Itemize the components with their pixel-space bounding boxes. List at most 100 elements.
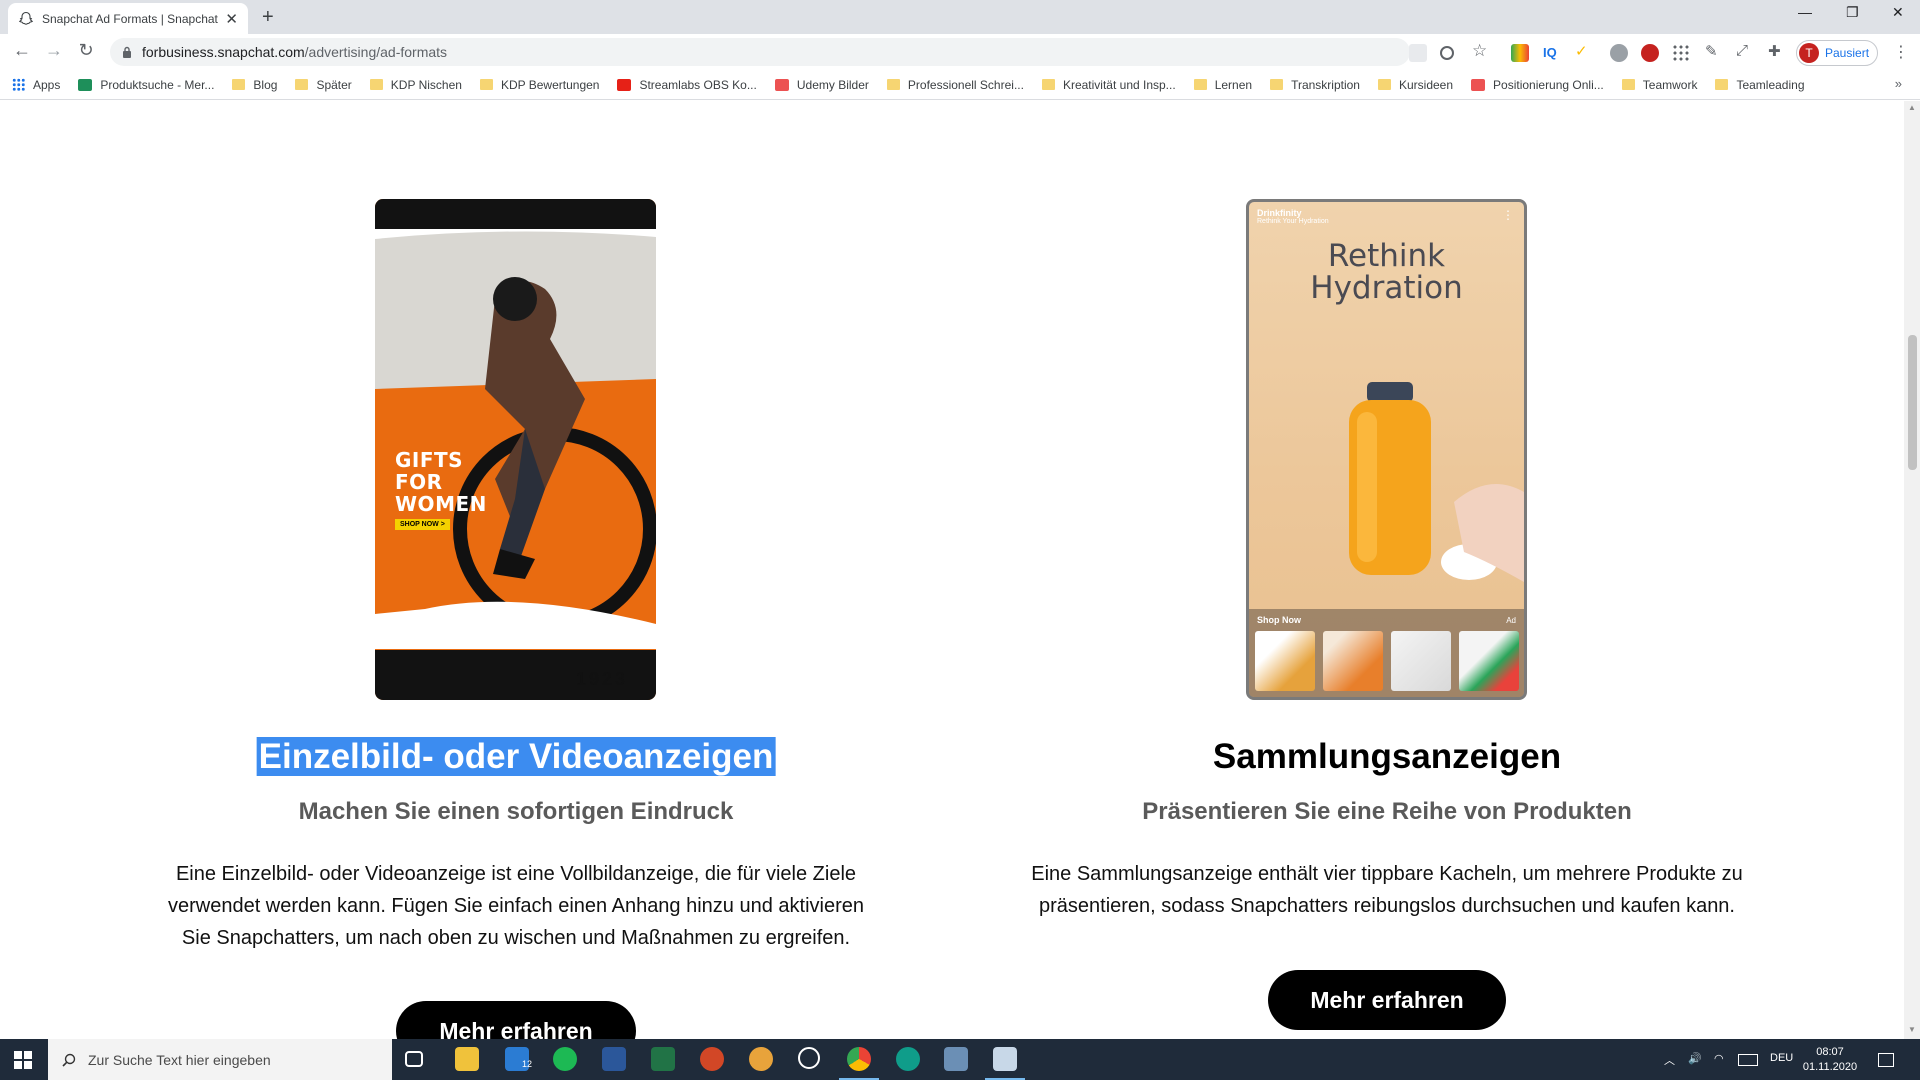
- bookmarks-overflow-icon[interactable]: »: [1895, 76, 1902, 91]
- taskbar-search-placeholder: Zur Suche Text hier eingeben: [88, 1051, 271, 1068]
- zoom-icon[interactable]: [1440, 46, 1454, 60]
- task-view-icon[interactable]: [405, 1051, 423, 1067]
- avatar: T: [1799, 43, 1819, 63]
- bookmark-label: Streamlabs OBS Ko...: [639, 77, 757, 92]
- ad-shop-now-button: SHOP NOW >: [395, 519, 450, 530]
- app-orange-icon[interactable]: [749, 1047, 773, 1071]
- bookmark-item[interactable]: Positionierung Onli...: [1471, 78, 1604, 92]
- taskbar-clock[interactable]: 08:07 01.11.2020: [1800, 1045, 1860, 1075]
- bookmark-star-icon[interactable]: ☆: [1472, 41, 1490, 60]
- reload-icon[interactable]: ↻: [74, 40, 98, 61]
- extensions-puzzle-icon[interactable]: ✚: [1768, 42, 1786, 60]
- extension-check-icon[interactable]: ✓: [1575, 42, 1593, 60]
- language-indicator[interactable]: DEU: [1770, 1052, 1793, 1064]
- extension-colorful-icon[interactable]: [1511, 44, 1529, 62]
- scrollbar-thumb[interactable]: [1908, 335, 1917, 470]
- folder-icon: [1621, 79, 1635, 90]
- obs-icon[interactable]: [798, 1047, 820, 1069]
- back-icon[interactable]: ←: [10, 40, 34, 61]
- extension-tool-icon[interactable]: [1610, 44, 1628, 62]
- card-description: Eine Einzelbild- oder Videoanzeige ist e…: [167, 863, 865, 949]
- window-close-icon[interactable]: ✕: [1892, 4, 1904, 21]
- bookmark-item[interactable]: Streamlabs OBS Ko...: [617, 77, 757, 92]
- bookmark-item[interactable]: KDP Nischen: [369, 78, 462, 92]
- address-bar[interactable]: forbusiness.snapchat.com/advertising/ad-…: [110, 38, 1410, 66]
- bookmark-item[interactable]: Lernen: [1193, 78, 1252, 92]
- bookmark-item[interactable]: Udemy Bilder: [774, 78, 869, 92]
- ad-headline: Rethink Hydration: [1310, 238, 1463, 306]
- scroll-up-icon[interactable]: ▲: [1908, 103, 1916, 112]
- notification-icon[interactable]: [1878, 1053, 1894, 1067]
- bookmark-item[interactable]: Blog: [232, 78, 277, 92]
- bookmark-label: Blog: [253, 77, 278, 92]
- collection-tile: [1391, 631, 1451, 691]
- translate-icon[interactable]: [1409, 44, 1427, 62]
- extension-abp-icon[interactable]: [1641, 44, 1659, 62]
- card-description: Eine Sammlungsanzeige enthält vier tippb…: [1031, 863, 1743, 917]
- page-scrollbar[interactable]: ▲ ▼: [1904, 101, 1920, 1039]
- ad-headline: GIFTS FOR WOMEN: [395, 448, 487, 516]
- extension-pen-icon[interactable]: ✎: [1705, 42, 1723, 60]
- browser-menu-icon[interactable]: ⋮: [1893, 42, 1909, 62]
- new-tab-icon[interactable]: +: [262, 6, 274, 29]
- bookmark-item[interactable]: Kreativität und Insp...: [1041, 78, 1176, 92]
- windows-taskbar: Zur Suche Text hier eingeben 12 ︿ 🔊 ◠ DE…: [0, 1039, 1920, 1080]
- url-host: forbusiness.snapchat.com: [142, 44, 305, 60]
- folder-icon: [1715, 79, 1729, 90]
- mehr-erfahren-button[interactable]: Mehr erfahren: [1268, 970, 1506, 1030]
- produktsuche-favicon: [78, 78, 93, 91]
- app-notepad-icon[interactable]: [993, 1047, 1017, 1071]
- forward-icon[interactable]: →: [42, 40, 66, 61]
- page-content: GIFTS FOR WOMEN SHOP NOW > 1923 Drinkfin…: [0, 101, 1904, 1039]
- keyboard-icon[interactable]: [1738, 1054, 1758, 1066]
- bookmark-item[interactable]: KDP Bewertungen: [479, 78, 599, 92]
- card-subtitle: Präsentieren Sie eine Reihe von Produkte…: [1142, 798, 1632, 825]
- windows-start-icon[interactable]: [14, 1051, 32, 1069]
- folder-icon: [1041, 79, 1055, 90]
- bookmark-label: Später: [316, 77, 352, 92]
- bookmark-label: Teamleading: [1736, 77, 1805, 92]
- tray-chevron-icon[interactable]: ︿: [1664, 1052, 1675, 1068]
- browser-tab-strip: Snapchat Ad Formats | Snapchat ✕ + — ❐ ✕: [0, 0, 1920, 34]
- card-subtitle: Machen Sie einen sofortigen Eindruck: [298, 798, 734, 825]
- ad-year: 1923: [575, 669, 628, 689]
- bookmark-item[interactable]: Apps: [12, 78, 60, 92]
- wifi-icon[interactable]: ◠: [1714, 1052, 1724, 1065]
- browser-tab-active[interactable]: Snapchat Ad Formats | Snapchat ✕: [8, 3, 248, 34]
- extension-iq-icon[interactable]: IQ: [1543, 45, 1561, 63]
- bookmark-item[interactable]: Teamleading: [1715, 77, 1805, 92]
- excel-icon[interactable]: [651, 1047, 675, 1071]
- bookmark-item[interactable]: Produktsuche - Mer...: [78, 78, 214, 92]
- edge-icon[interactable]: [896, 1047, 920, 1071]
- mehr-erfahren-button[interactable]: Mehr erfahren: [396, 1001, 636, 1039]
- minimize-icon[interactable]: —: [1798, 4, 1812, 20]
- bookmark-label: Kursideen: [1398, 77, 1454, 92]
- extension-grid-icon[interactable]: [1672, 44, 1690, 62]
- snapchat-ghost-icon: [18, 11, 34, 25]
- card-title: Einzelbild- oder Videoanzeigen: [256, 737, 776, 776]
- app-window-icon[interactable]: [944, 1047, 968, 1071]
- file-explorer-icon[interactable]: [455, 1047, 479, 1071]
- taskbar-search-input[interactable]: Zur Suche Text hier eingeben: [48, 1039, 392, 1080]
- mail-badge: 12: [522, 1059, 533, 1069]
- bookmark-item[interactable]: Kursideen: [1377, 77, 1454, 92]
- bookmark-item[interactable]: Teamwork: [1621, 78, 1697, 92]
- folder-icon: [295, 79, 309, 90]
- spotify-icon[interactable]: [553, 1047, 577, 1071]
- lock-icon: [123, 46, 131, 58]
- powerpoint-icon[interactable]: [700, 1047, 724, 1071]
- bookmark-item[interactable]: Transkription: [1270, 78, 1360, 92]
- collection-tile: [1459, 631, 1519, 691]
- scroll-down-icon[interactable]: ▼: [1908, 1025, 1916, 1034]
- ad-model-illustration: [375, 229, 656, 649]
- bookmark-item[interactable]: Später: [295, 77, 352, 92]
- volume-icon[interactable]: 🔊: [1688, 1052, 1702, 1065]
- chrome-icon[interactable]: [847, 1047, 871, 1071]
- profile-button[interactable]: T Pausiert: [1796, 40, 1879, 66]
- word-icon[interactable]: [602, 1047, 626, 1071]
- restore-icon[interactable]: ❐: [1846, 4, 1859, 21]
- bookmark-item[interactable]: Professionell Schrei...: [886, 78, 1024, 92]
- tab-close-icon[interactable]: ✕: [225, 10, 238, 28]
- extension-expand-icon[interactable]: ⤢: [1736, 42, 1754, 60]
- bookmark-label: Produktsuche - Mer...: [100, 77, 215, 92]
